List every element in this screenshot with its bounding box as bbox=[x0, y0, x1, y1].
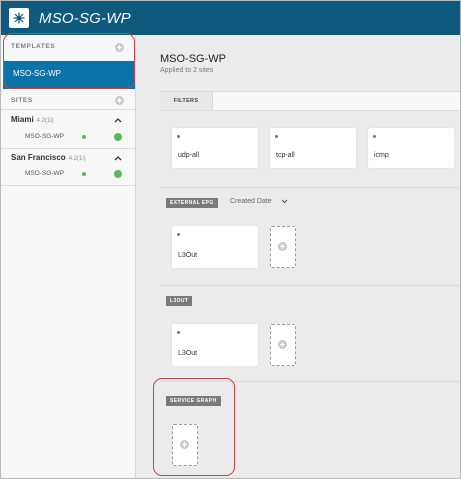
divider bbox=[1, 148, 135, 149]
divider bbox=[1, 185, 135, 186]
sites-section-header: SITES bbox=[1, 91, 135, 111]
page-subtitle: Applied to 2 sites bbox=[160, 67, 214, 74]
add-icon bbox=[278, 340, 287, 349]
filter-label: udp-all bbox=[178, 152, 200, 159]
site-name-miami: Miami bbox=[11, 115, 34, 124]
sort-label: Created Date bbox=[230, 198, 272, 205]
templates-highlight bbox=[3, 33, 135, 89]
status-dot-icon bbox=[177, 331, 180, 334]
filter-card-udp-all[interactable]: udp-all bbox=[172, 128, 258, 168]
status-dot-icon bbox=[275, 135, 278, 138]
l3out-card[interactable]: L3Out bbox=[172, 324, 258, 366]
page-title: MSO-SG-WP bbox=[160, 53, 226, 65]
filter-label: icmp bbox=[374, 152, 389, 159]
network-logo-icon[interactable] bbox=[9, 8, 29, 28]
sidebar: TEMPLATES MSO-SG-WP SITES Miami 4.2(1i) M… bbox=[1, 35, 136, 478]
status-dot-icon bbox=[177, 135, 180, 138]
site-miami[interactable]: Miami 4.2(1i) bbox=[11, 115, 54, 124]
check-circle-icon bbox=[114, 170, 122, 182]
add-site-icon[interactable] bbox=[115, 96, 124, 105]
filter-card-tcp-all[interactable]: tcp-all bbox=[270, 128, 356, 168]
site-version-miami: 4.2(1i) bbox=[36, 118, 54, 124]
site-san-francisco[interactable]: San Francisco 4.2(1i) bbox=[11, 153, 86, 162]
epg-card-l3out[interactable]: L3Out bbox=[172, 226, 258, 268]
add-l3out-slot[interactable] bbox=[270, 324, 296, 366]
status-dot-icon bbox=[373, 135, 376, 138]
chevron-up-icon[interactable] bbox=[114, 117, 122, 123]
check-circle-icon bbox=[114, 133, 122, 145]
epg-label: L3Out bbox=[178, 252, 198, 259]
external-epg-label: EXTERNAL EPG bbox=[166, 198, 218, 208]
external-epg-panel: EXTERNAL EPG Created Date L3Out bbox=[160, 187, 460, 285]
app-title: MSO-SG-WP bbox=[39, 10, 131, 27]
sort-dropdown[interactable]: Created Date bbox=[230, 198, 272, 205]
status-dot-icon bbox=[82, 135, 86, 139]
chevron-up-icon[interactable] bbox=[114, 155, 122, 161]
app-window: MSO-SG-WP TEMPLATES MSO-SG-WP SITES Miam… bbox=[0, 0, 461, 479]
service-graph-highlight bbox=[153, 378, 235, 476]
filters-panel: FILTERS udp-all tcp-all icmp bbox=[160, 91, 460, 188]
add-icon bbox=[278, 242, 287, 251]
status-dot-icon bbox=[177, 233, 180, 236]
add-epg-slot[interactable] bbox=[270, 226, 296, 268]
chevron-down-icon[interactable] bbox=[281, 199, 288, 204]
site-version-san-francisco: 4.2(1i) bbox=[68, 156, 86, 162]
tab-filters[interactable]: FILTERS bbox=[160, 92, 213, 110]
sites-label: SITES bbox=[11, 97, 33, 104]
filters-tabbar: FILTERS bbox=[160, 92, 460, 111]
l3out-item-label: L3Out bbox=[178, 350, 198, 357]
app-header: MSO-SG-WP bbox=[1, 1, 460, 35]
l3out-panel: L3OUT L3Out bbox=[160, 285, 460, 381]
l3out-label: L3OUT bbox=[166, 296, 193, 306]
divider bbox=[1, 109, 135, 110]
status-dot-icon bbox=[82, 172, 86, 176]
site-name-san-francisco: San Francisco bbox=[11, 153, 66, 162]
site-template-miami[interactable]: MSO-SG-WP bbox=[25, 133, 64, 140]
filter-card-icmp[interactable]: icmp bbox=[368, 128, 454, 168]
site-template-san-francisco[interactable]: MSO-SG-WP bbox=[25, 170, 64, 177]
filter-label: tcp-all bbox=[276, 152, 295, 159]
